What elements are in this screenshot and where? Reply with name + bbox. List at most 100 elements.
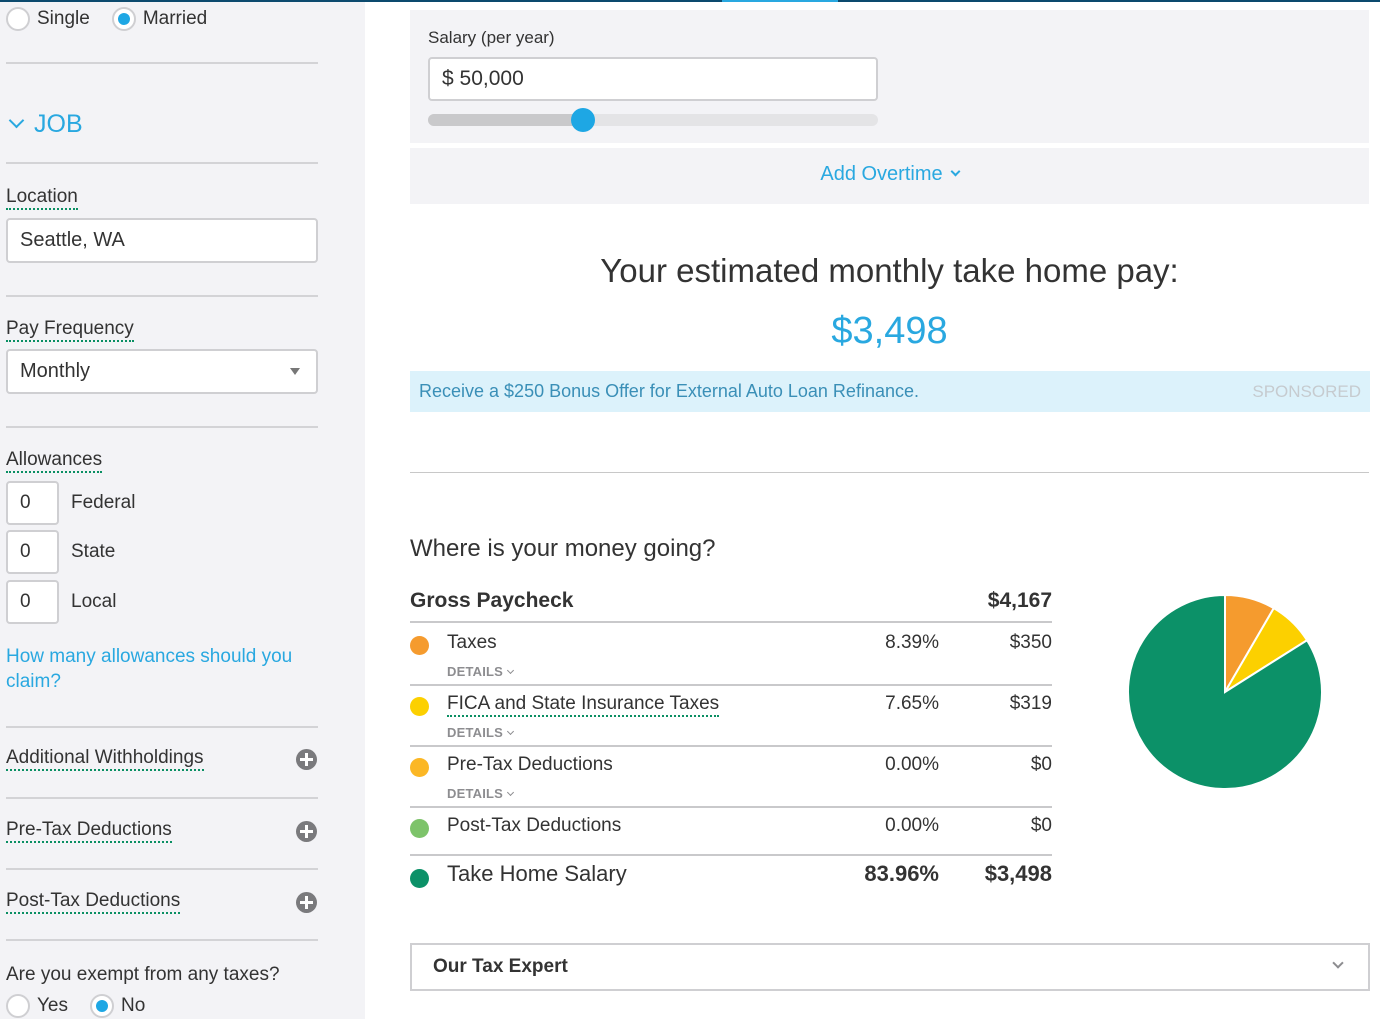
breakdown-row-pre-tax: Pre-Tax Deductions 0.00% $0 DETAILS: [410, 747, 1052, 808]
chevron-down-icon: [507, 788, 515, 797]
estimate-value: $3,498: [831, 310, 948, 352]
job-section-toggle[interactable]: JOB: [8, 110, 83, 139]
radio-circle[interactable]: [90, 994, 114, 1018]
radio-single[interactable]: Single: [6, 7, 90, 31]
caret-down-icon: [290, 368, 300, 375]
legend-dot: [410, 819, 429, 838]
additional-withholdings-expander[interactable]: Additional Withholdings: [6, 747, 318, 771]
divider: [6, 868, 318, 870]
legend-dot: [410, 758, 429, 777]
row-amount: $0: [1030, 754, 1052, 775]
chevron-down-icon: [507, 727, 515, 736]
radio-no[interactable]: No: [90, 994, 145, 1018]
radio-circle[interactable]: [111, 7, 136, 31]
promo-text[interactable]: Receive a $250 Bonus Offer for External …: [419, 381, 919, 402]
details-label: DETAILS: [447, 725, 504, 740]
row-label[interactable]: FICA and State Insurance Taxes: [447, 693, 720, 717]
allowances-label[interactable]: Allowances: [6, 449, 103, 473]
pay-frequency-value: Monthly: [20, 360, 91, 382]
salary-panel: Salary (per year) $ 50,000: [410, 10, 1369, 143]
plus-circle-icon[interactable]: [296, 748, 317, 770]
salary-slider[interactable]: [428, 108, 878, 132]
details-toggle[interactable]: DETAILS: [447, 786, 515, 801]
row-label: Post-Tax Deductions: [447, 815, 622, 836]
pay-frequency-label[interactable]: Pay Frequency: [6, 318, 134, 342]
radio-circle[interactable]: [6, 994, 30, 1018]
post-tax-deductions-expander[interactable]: Post-Tax Deductions: [6, 890, 318, 914]
expander-label: Post-Tax Deductions: [6, 890, 181, 914]
overtime-panel: Add Overtime: [410, 148, 1369, 204]
breakdown-row-post-tax: Post-Tax Deductions 0.00% $0: [410, 808, 1052, 856]
radio-married[interactable]: Married: [111, 7, 208, 31]
breakdown-row-taxes: Taxes 8.39% $350 DETAILS: [410, 625, 1052, 686]
allowance-federal-label: Federal: [71, 492, 136, 513]
allowance-local-input[interactable]: 0: [6, 580, 59, 624]
gross-paycheck-row: Gross Paycheck $4,167: [410, 585, 1052, 623]
allowance-state-label: State: [71, 541, 116, 562]
location-input[interactable]: Seattle, WA: [6, 218, 318, 263]
radio-yes[interactable]: Yes: [6, 994, 68, 1018]
tax-expert-accordion[interactable]: Our Tax Expert: [410, 943, 1370, 991]
tax-expert-label: Our Tax Expert: [433, 956, 568, 977]
location-label[interactable]: Location: [6, 186, 78, 210]
row-amount: $3,498: [984, 861, 1052, 886]
legend-dot: [410, 697, 429, 716]
add-overtime-label: Add Overtime: [820, 163, 943, 185]
allowance-federal: 0 Federal: [6, 481, 135, 525]
row-amount: $319: [1009, 693, 1052, 714]
divider: [6, 939, 318, 941]
active-tab-indicator: [722, 0, 838, 2]
divider: [6, 726, 318, 728]
row-percent: 0.00%: [885, 815, 939, 836]
chevron-down-icon: [8, 112, 25, 129]
gross-value: $4,167: [987, 589, 1052, 612]
expander-label: Additional Withholdings: [6, 747, 204, 771]
allowance-state-input[interactable]: 0: [6, 530, 59, 574]
plus-circle-icon[interactable]: [296, 820, 317, 842]
sidebar: Single Married JOB Location Seattle, WA …: [0, 2, 365, 1019]
divider: [6, 295, 318, 297]
row-amount: $0: [1030, 815, 1052, 836]
row-label: Taxes: [447, 632, 497, 653]
slider-thumb[interactable]: [570, 108, 595, 132]
radio-circle[interactable]: [6, 7, 30, 31]
exempt-question: Are you exempt from any taxes?: [6, 964, 280, 985]
row-label: Take Home Salary: [447, 861, 627, 886]
pay-frequency-select[interactable]: Monthly: [6, 349, 318, 394]
row-percent: 0.00%: [885, 754, 939, 775]
salary-input[interactable]: $ 50,000: [428, 57, 878, 101]
row-label: Pre-Tax Deductions: [447, 754, 613, 775]
radio-label: Yes: [37, 995, 68, 1016]
row-amount: $350: [1009, 632, 1052, 653]
radio-label: Single: [37, 8, 90, 29]
breakdown-row-fica: FICA and State Insurance Taxes 7.65% $31…: [410, 686, 1052, 747]
chevron-down-icon[interactable]: [1332, 957, 1344, 969]
allowance-local: 0 Local: [6, 580, 116, 624]
breakdown-pie-chart: [1127, 593, 1323, 790]
expander-label: Pre-Tax Deductions: [6, 819, 172, 843]
allowances-help-link[interactable]: How many allowances should you claim?: [6, 644, 306, 694]
divider: [6, 162, 318, 164]
slider-fill: [428, 114, 583, 126]
divider: [6, 426, 318, 428]
legend-dot: [410, 636, 429, 655]
gross-label: Gross Paycheck: [410, 589, 574, 612]
estimate-title: Your estimated monthly take home pay:: [600, 252, 1179, 289]
row-percent: 83.96%: [864, 861, 939, 886]
radio-label: Married: [142, 8, 208, 29]
pre-tax-deductions-expander[interactable]: Pre-Tax Deductions: [6, 819, 318, 843]
allowance-federal-input[interactable]: 0: [6, 481, 59, 525]
radio-label: No: [121, 995, 146, 1016]
details-toggle[interactable]: DETAILS: [447, 664, 515, 679]
row-percent: 7.65%: [885, 693, 939, 714]
divider: [6, 797, 318, 799]
sponsored-banner[interactable]: Receive a $250 Bonus Offer for External …: [410, 371, 1370, 412]
plus-circle-icon[interactable]: [296, 891, 317, 913]
details-toggle[interactable]: DETAILS: [447, 725, 515, 740]
salary-label: Salary (per year): [428, 28, 555, 47]
breakdown-row-take-home: Take Home Salary 83.96% $3,498: [410, 856, 1052, 896]
add-overtime-button[interactable]: Add Overtime: [410, 163, 1369, 186]
details-label: DETAILS: [447, 786, 504, 801]
filing-status-radio-group: Single Married: [6, 7, 229, 31]
chevron-down-icon: [950, 166, 961, 177]
